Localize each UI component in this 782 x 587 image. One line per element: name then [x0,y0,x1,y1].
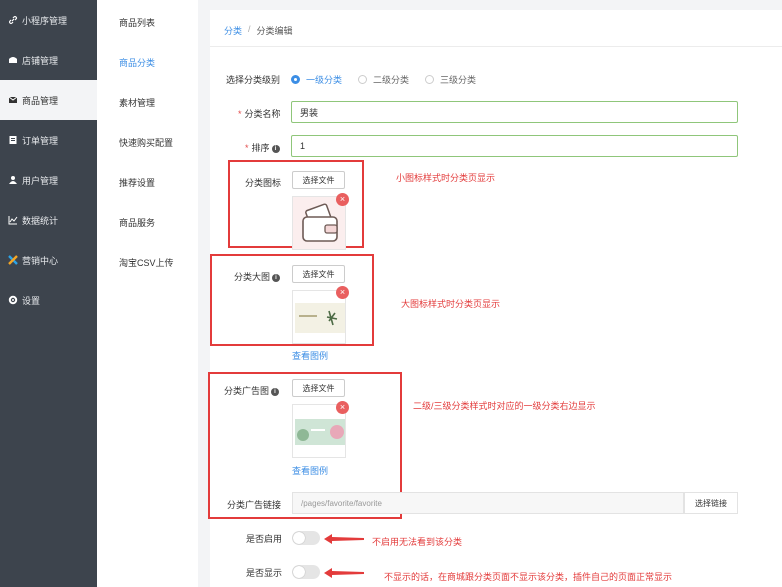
submenu-item-service[interactable]: 商品服务 [119,216,155,229]
ad-link-label: 分类广告链接 [227,500,282,510]
nav-label: 小程序管理 [22,15,68,26]
mail-icon [8,95,18,105]
category-name-input[interactable]: 男装 [291,101,738,123]
submenu-item-materials[interactable]: 素材管理 [119,96,155,109]
nav-item-products[interactable]: 商品管理 [0,80,97,120]
marketing-icon [8,255,18,265]
submenu-item-product-category[interactable]: 商品分类 [119,56,155,69]
radio-level-3[interactable]: 三级分类 [425,73,476,86]
radio-dot [358,75,367,84]
breadcrumb-current: 分类编辑 [256,26,293,36]
nav-item-settings[interactable]: 设置 [0,280,97,320]
order-icon [8,135,18,145]
info-icon: i [271,144,280,153]
view-ad-example-link[interactable]: 查看图例 [292,464,328,477]
nav-item-marketing[interactable]: 营销中心 [0,240,97,280]
sort-input[interactable]: 1 [291,135,738,157]
submenu-item-recommend[interactable]: 推荐设置 [119,176,155,189]
nav-label: 营销中心 [22,255,59,266]
note-show: 不显示的话，在商城跟分类页面不显示该分类，插件自己的页面正常显示 [384,572,673,582]
note-small-icon: 小图标样式时分类页显示 [396,173,496,183]
remove-bigpic-button[interactable]: × [336,286,349,299]
note-enable: 不启用无法看到该分类 [372,537,463,547]
radio-label: 一级分类 [306,75,343,85]
user-icon [8,175,18,185]
enable-toggle[interactable] [292,531,320,545]
radio-dot [425,75,434,84]
nav-item-orders[interactable]: 订单管理 [0,120,97,160]
submenu-item-taobao-csv[interactable]: 淘宝CSV上传 [119,256,174,269]
nav-label: 用户管理 [22,175,59,186]
note-ad: 二级/三级分类样式时对应的一级分类右边显示 [413,401,596,411]
nav-item-users[interactable]: 用户管理 [0,160,97,200]
main-nav: 小程序管理 店铺管理 商品管理 订单管理 用户管理 数据统计 营销中心 设置 [0,0,97,587]
submenu: 商品列表 商品分类 素材管理 快速购买配置 推荐设置 商品服务 淘宝CSV上传 [97,0,198,587]
view-bigpic-example-link[interactable]: 查看图例 [292,349,328,362]
choose-ad-file-button[interactable]: 选择文件 [292,379,345,397]
remove-icon-button[interactable]: × [336,193,349,206]
radio-label: 二级分类 [373,75,410,85]
remove-ad-button[interactable]: × [336,401,349,414]
show-label: 是否显示 [246,568,283,578]
link-icon [8,15,18,25]
nav-item-stats[interactable]: 数据统计 [0,200,97,240]
name-label: * 分类名称 [238,109,281,119]
bigpic-thumbnail [292,290,346,344]
note-big-icon: 大图标样式时分类页显示 [401,299,501,309]
store-icon [8,55,18,65]
submenu-item-product-list[interactable]: 商品列表 [119,16,155,29]
chart-icon [8,215,18,225]
arrow-left-icon [324,568,364,578]
info-icon: i [271,387,280,396]
sort-label: * 排序 i [245,141,280,154]
radio-dot [291,75,300,84]
app-root: 小程序管理 店铺管理 商品管理 订单管理 用户管理 数据统计 营销中心 设置 商… [0,0,782,587]
nav-item-miniprogram[interactable]: 小程序管理 [0,0,97,40]
nav-label: 订单管理 [22,135,59,146]
arrow-left-icon [324,534,364,544]
bigpic-label: 分类大图 i [234,270,281,283]
show-toggle[interactable] [292,565,320,579]
submenu-item-quick-buy[interactable]: 快速购买配置 [119,136,173,149]
radio-level-1[interactable]: 一级分类 [291,73,342,86]
breadcrumb: 分类 / 分类编辑 [224,24,293,37]
nav-label: 数据统计 [22,215,59,226]
ad-label: 分类广告图 i [224,384,280,397]
ad-link-input[interactable]: /pages/favorite/favorite [292,492,684,514]
level-label: 选择分类级别 [226,75,281,85]
radio-label: 三级分类 [440,75,477,85]
header-divider [210,46,782,47]
nav-item-store[interactable]: 店铺管理 [0,40,97,80]
choose-bigpic-file-button[interactable]: 选择文件 [292,265,345,283]
nav-label: 店铺管理 [22,55,59,66]
icon-label: 分类图标 [245,178,282,188]
choose-link-button[interactable]: 选择链接 [684,492,738,514]
bigpic-image-icon [293,291,345,343]
radio-level-2[interactable]: 二级分类 [358,73,409,86]
nav-label: 设置 [22,295,41,306]
nav-label: 商品管理 [22,95,59,106]
choose-icon-file-button[interactable]: 选择文件 [292,171,345,189]
toggle-knob [293,532,305,544]
gear-icon [8,295,18,305]
breadcrumb-parent[interactable]: 分类 [224,24,242,37]
info-icon: i [272,273,281,282]
breadcrumb-separator: / [248,24,251,34]
toggle-knob [293,566,305,578]
enable-label: 是否启用 [246,534,283,544]
